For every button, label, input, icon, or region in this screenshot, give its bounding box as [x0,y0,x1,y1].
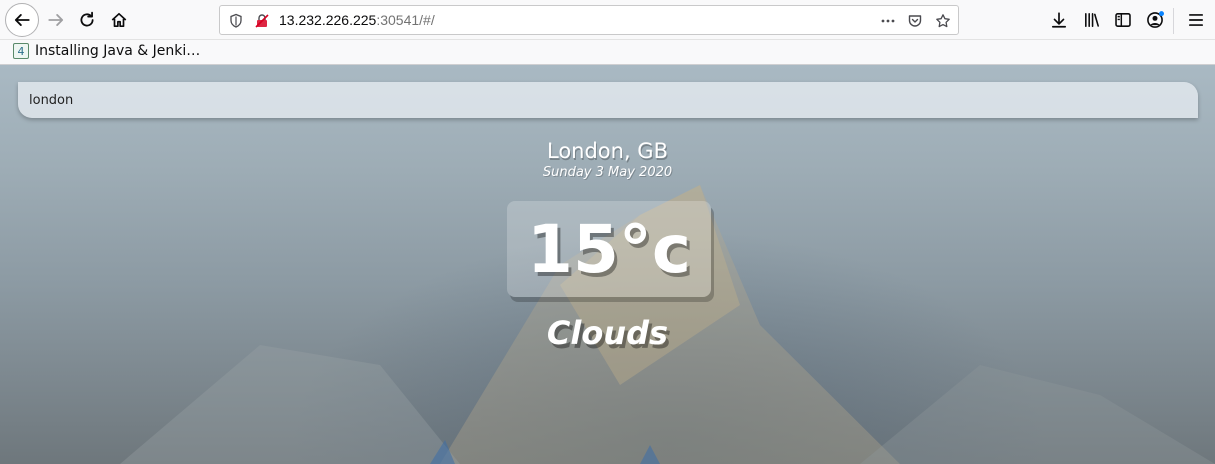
url-text[interactable]: 13.232.226.225:30541/#/ [279,12,435,28]
account-icon[interactable] [1146,11,1164,29]
home-icon [111,12,127,28]
toolbar-separator [1173,8,1174,34]
back-button[interactable] [5,3,39,37]
url-path: :30541/#/ [376,12,435,28]
bookmark-label: Installing Java & Jenki… [35,43,201,59]
bookmarks-bar: 4 Installing Java & Jenki… [0,40,1215,65]
weather-condition: Clouds [546,314,669,352]
current-date: Sunday 3 May 2020 [542,165,673,180]
home-button[interactable] [103,4,135,36]
reload-icon [80,11,94,27]
insecure-lock-icon[interactable] [253,12,271,30]
reload-button[interactable] [71,4,103,36]
library-icon[interactable] [1083,11,1101,29]
city-search-input[interactable] [18,82,1198,118]
back-arrow-icon [14,14,30,26]
downloads-icon[interactable] [1050,11,1068,29]
pocket-icon[interactable] [906,12,924,30]
forward-arrow-icon [48,14,64,26]
more-actions-icon[interactable] [879,12,897,30]
location-name: London, GB [546,139,668,163]
address-bar[interactable]: 13.232.226.225:30541/#/ [219,5,959,35]
page-viewport: London, GB Sunday 3 May 2020 15°c Clouds [0,65,1215,464]
hamburger-menu-icon[interactable] [1187,11,1205,29]
bookmark-favicon-icon: 4 [13,43,29,59]
bookmark-star-icon[interactable] [934,12,952,30]
bookmark-item[interactable]: 4 Installing Java & Jenki… [13,43,200,59]
temperature-display: 15°c [507,201,711,297]
shield-icon[interactable] [227,12,245,30]
url-host: 13.232.226.225 [279,12,377,28]
browser-toolbar: 13.232.226.225:30541/#/ [0,0,1215,40]
forward-button[interactable] [40,4,72,36]
sidebar-icon[interactable] [1114,11,1132,29]
